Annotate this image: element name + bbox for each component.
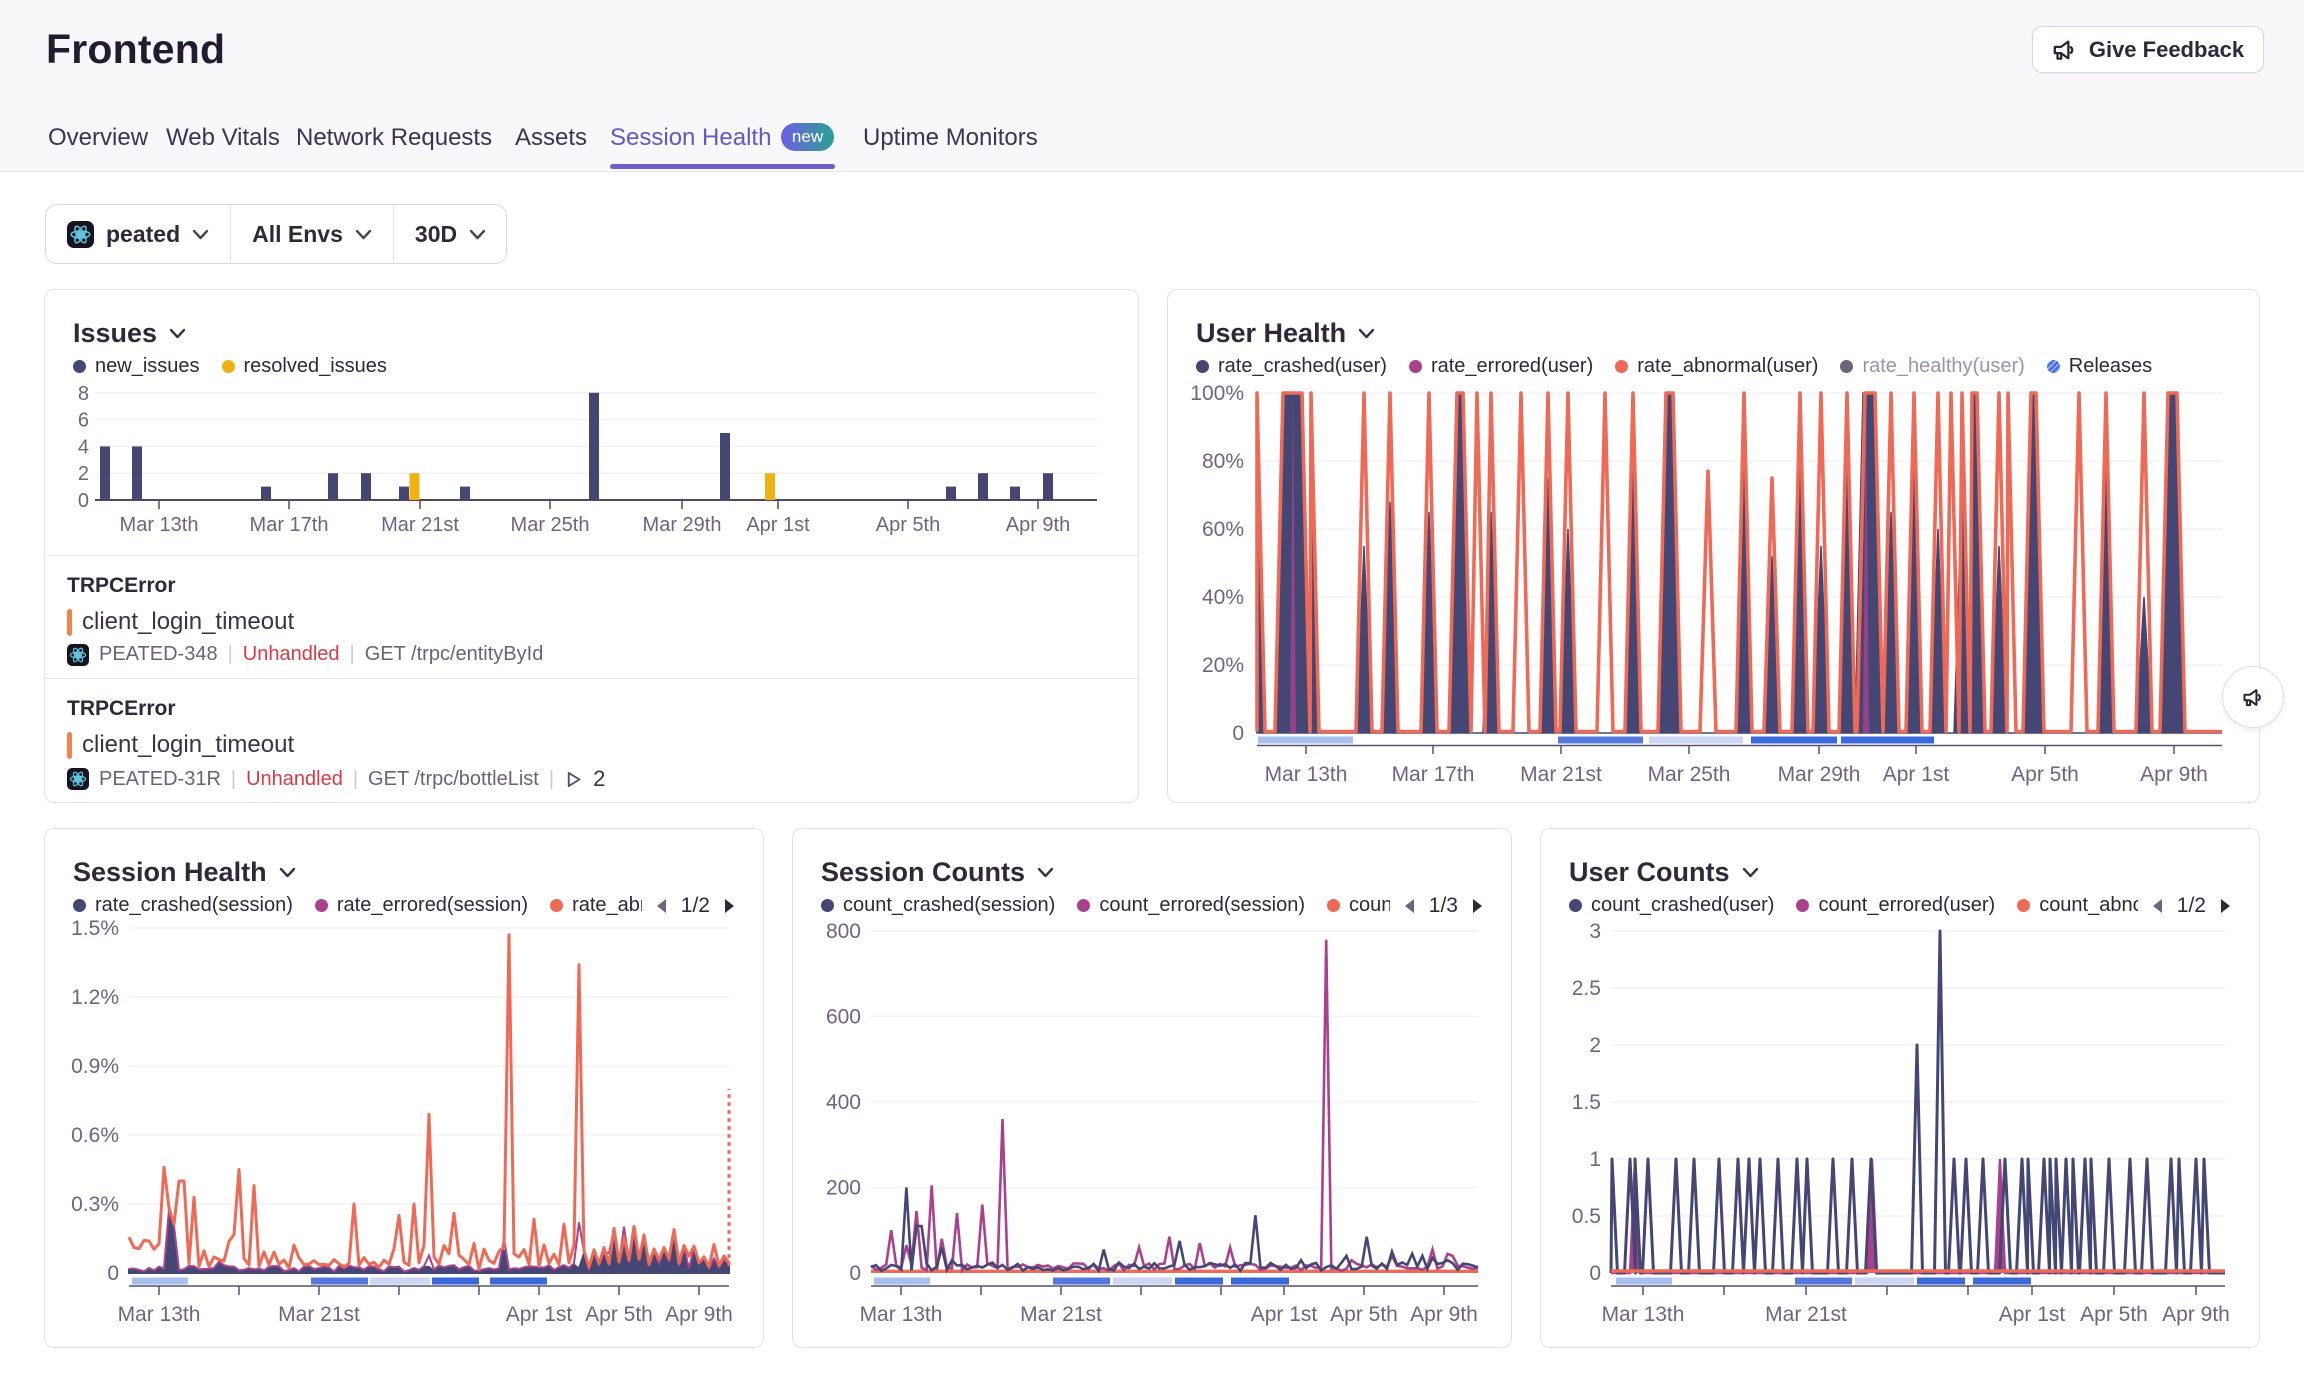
svg-text:100%: 100% [1190,382,1244,405]
svg-text:Mar 13th: Mar 13th [1602,1303,1685,1326]
svg-text:Apr 1st: Apr 1st [1883,763,1950,786]
svg-text:4: 4 [78,436,89,458]
svg-text:Mar 21st: Mar 21st [1765,1303,1847,1326]
svg-text:Apr 5th: Apr 5th [2080,1303,2148,1326]
svg-text:1.5: 1.5 [1572,1091,1601,1114]
svg-text:800: 800 [826,920,861,943]
svg-text:60%: 60% [1202,518,1244,541]
svg-text:Apr 1st: Apr 1st [746,514,810,536]
svg-text:Apr 5th: Apr 5th [1330,1303,1398,1326]
svg-text:Apr 1st: Apr 1st [1999,1303,2066,1326]
svg-text:0: 0 [1232,722,1244,745]
svg-text:Mar 13th: Mar 13th [118,1303,201,1326]
svg-text:1: 1 [1589,1148,1601,1171]
svg-text:Mar 21st: Mar 21st [1520,763,1602,786]
svg-text:Mar 17th: Mar 17th [1392,763,1475,786]
svg-text:0: 0 [849,1262,861,1285]
svg-text:Mar 29th: Mar 29th [643,514,722,536]
svg-text:6: 6 [78,410,89,432]
svg-text:8: 8 [78,383,89,405]
svg-text:2: 2 [78,463,89,485]
svg-text:0.5: 0.5 [1572,1205,1601,1228]
svg-text:Apr 5th: Apr 5th [876,514,940,536]
svg-text:400: 400 [826,1091,861,1114]
svg-text:Mar 21st: Mar 21st [1020,1303,1102,1326]
svg-text:600: 600 [826,1006,861,1029]
svg-text:Mar 25th: Mar 25th [511,514,590,536]
svg-text:Apr 9th: Apr 9th [665,1303,733,1326]
svg-text:Mar 13th: Mar 13th [860,1303,943,1326]
svg-text:1.5%: 1.5% [71,917,119,940]
svg-text:200: 200 [826,1177,861,1200]
svg-text:Mar 13th: Mar 13th [120,514,199,536]
svg-text:Apr 9th: Apr 9th [2162,1303,2230,1326]
svg-text:3: 3 [1589,920,1601,943]
svg-text:2: 2 [1589,1034,1601,1057]
svg-text:Apr 9th: Apr 9th [2140,763,2208,786]
svg-text:Apr 1st: Apr 1st [1251,1303,1318,1326]
svg-text:0.6%: 0.6% [71,1124,119,1147]
svg-text:1.2%: 1.2% [71,986,119,1009]
svg-text:Mar 17th: Mar 17th [250,514,329,536]
svg-text:Mar 21st: Mar 21st [381,514,459,536]
svg-text:Apr 5th: Apr 5th [585,1303,653,1326]
svg-text:0.9%: 0.9% [71,1055,119,1078]
svg-text:40%: 40% [1202,586,1244,609]
svg-text:Apr 5th: Apr 5th [2011,763,2079,786]
svg-text:0: 0 [107,1262,119,1285]
svg-text:Apr 9th: Apr 9th [1410,1303,1478,1326]
svg-text:Apr 1st: Apr 1st [506,1303,573,1326]
svg-text:0.3%: 0.3% [71,1193,119,1216]
svg-text:Mar 25th: Mar 25th [1648,763,1731,786]
svg-text:Apr 9th: Apr 9th [1006,514,1070,536]
svg-text:Mar 29th: Mar 29th [1778,763,1861,786]
svg-text:20%: 20% [1202,654,1244,677]
svg-text:Mar 21st: Mar 21st [278,1303,360,1326]
svg-text:Mar 13th: Mar 13th [1265,763,1348,786]
svg-text:2.5: 2.5 [1572,977,1601,1000]
svg-text:80%: 80% [1202,450,1244,473]
svg-text:0: 0 [1589,1262,1601,1285]
svg-text:0: 0 [78,490,89,512]
